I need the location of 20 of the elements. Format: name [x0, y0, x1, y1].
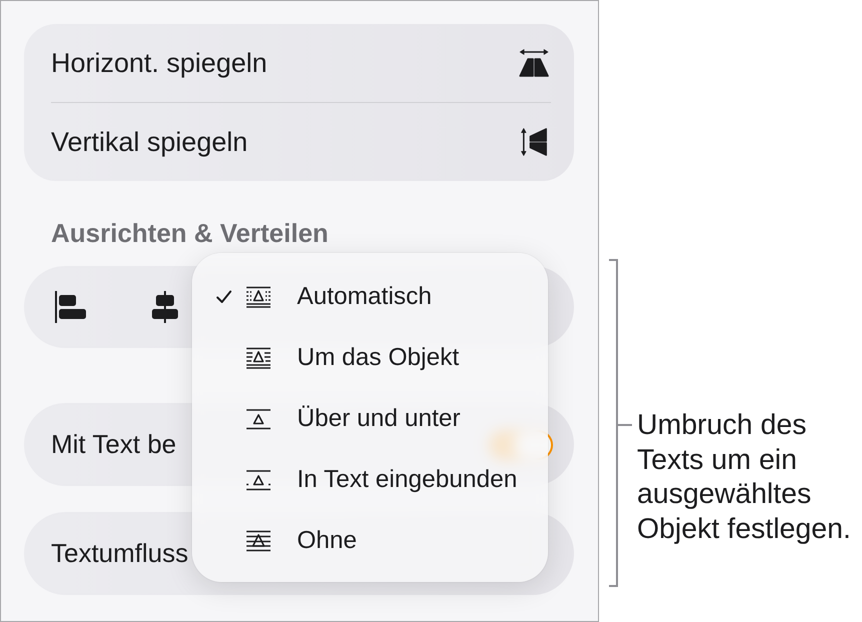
align-left-icon[interactable] — [55, 291, 87, 323]
menu-row[interactable]: Horizont. spiegeln — [24, 24, 574, 102]
section-heading: Ausrichten & Verteilen — [51, 218, 328, 248]
wrap-around-icon — [245, 346, 272, 368]
flip-horizontal-icon — [518, 48, 550, 78]
menu-item[interactable]: In Text eingebunden — [216, 449, 518, 510]
menu-row[interactable]: Vertikal spiegeln — [24, 103, 574, 181]
wrap-inline-icon — [245, 468, 272, 490]
wrap-auto-icon — [245, 286, 272, 308]
wrap-top-bottom-icon — [245, 408, 272, 430]
menu-item[interactable]: Über und unter — [216, 388, 460, 449]
setting-label: Mit Text be — [51, 429, 176, 460]
setting-label: Textumfluss — [51, 538, 188, 569]
wrap-none-icon — [245, 530, 272, 552]
menu-item[interactable]: Ohne — [216, 510, 357, 571]
callout-text: Umbruch des Texts um ein ausgewähltes Objekt festlegen. — [637, 408, 852, 546]
menu-item[interactable]: Um das Objekt — [216, 327, 460, 388]
flip-vertical-icon — [518, 127, 550, 157]
menu-item[interactable]: Automatisch — [216, 266, 432, 327]
align-center-icon[interactable] — [151, 291, 179, 323]
